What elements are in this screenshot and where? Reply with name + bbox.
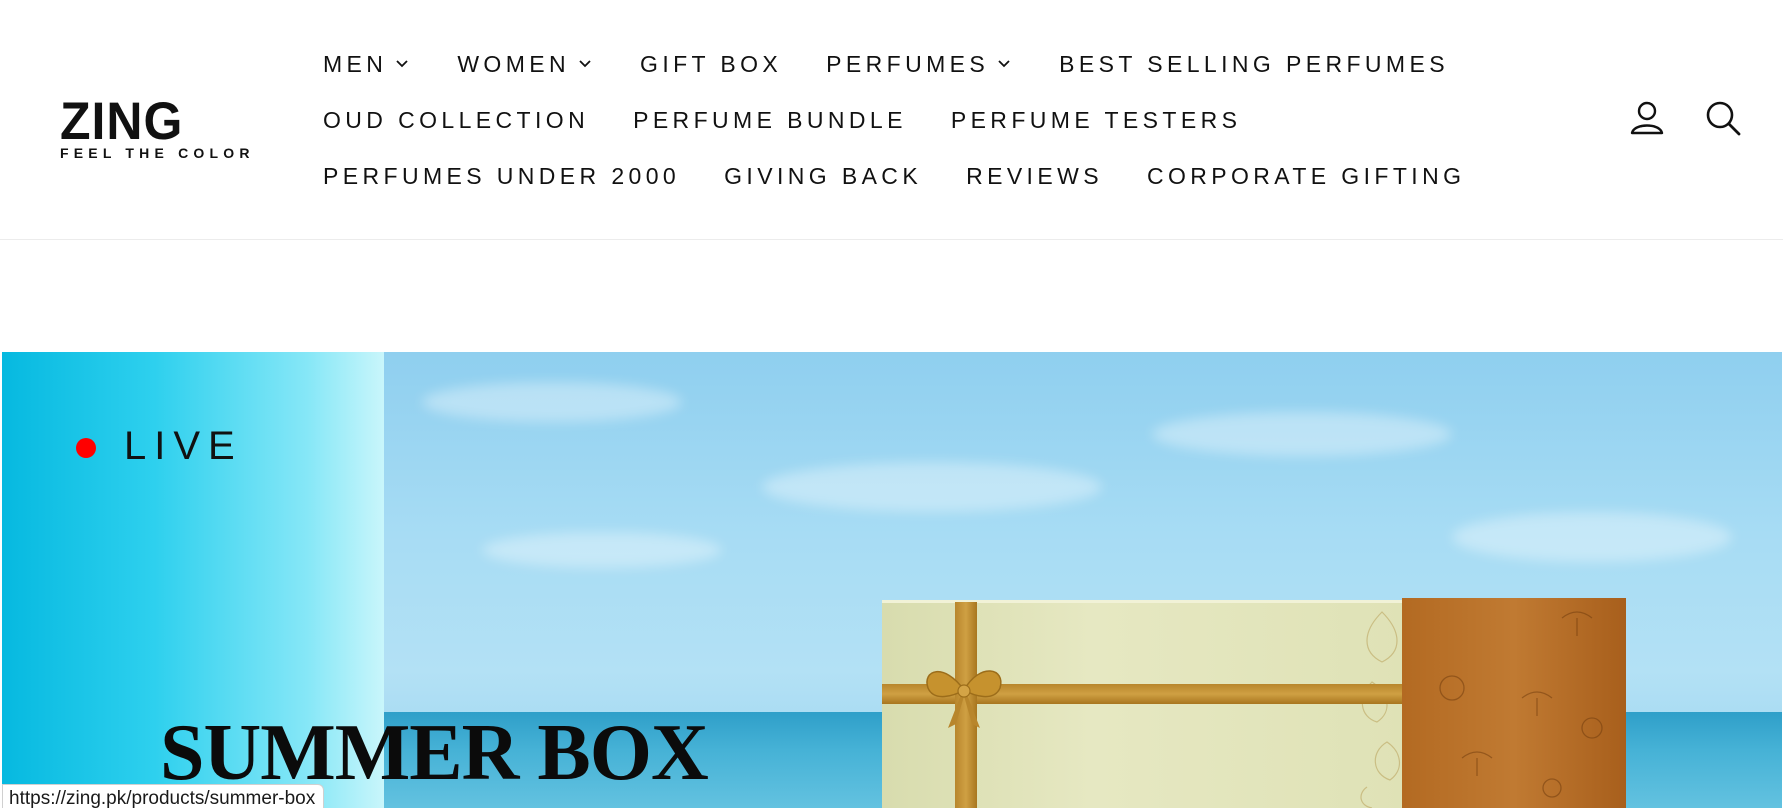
sky-cloud [422, 382, 682, 422]
nav-row: MEN WOMEN GIFT BOX PERFUMES BEST SELLING… [323, 36, 1523, 92]
brand-logo[interactable]: ZING FEEL THE COLOR [60, 91, 275, 164]
nav-item-label: PERFUMES [826, 50, 990, 77]
nav-item-label: CORPORATE GIFTING [1146, 162, 1466, 189]
nav-row: OUD COLLECTION PERFUME BUNDLE PERFUME TE… [323, 92, 1523, 148]
nav-item-label: MEN [323, 50, 388, 77]
brand-name: ZING [60, 91, 184, 151]
nav-item-label: REVIEWS [966, 162, 1103, 189]
nav-item-best-selling-perfumes[interactable]: BEST SELLING PERFUMES [1059, 51, 1449, 78]
nav-item-giving-back[interactable]: GIVING BACK [724, 163, 922, 190]
nav-item-women[interactable]: WOMEN [457, 51, 596, 78]
user-icon [1630, 101, 1664, 135]
chevron-down-icon [396, 60, 408, 68]
live-label: LIVE [124, 424, 243, 468]
nav-item-label: OUD COLLECTION [323, 106, 590, 133]
chevron-down-icon [579, 60, 591, 68]
search-button[interactable] [1703, 98, 1743, 138]
nav-item-gift-box[interactable]: GIFT BOX [640, 51, 782, 78]
ribbon-bow [926, 670, 1002, 728]
header-actions [1591, 98, 1743, 138]
nav-item-perfume-testers[interactable]: PERFUME TESTERS [951, 107, 1242, 134]
nav-item-label: GIFT BOX [640, 50, 783, 77]
nav-item-reviews[interactable]: REVIEWS [966, 163, 1103, 190]
main-navigation: MEN WOMEN GIFT BOX PERFUMES BEST SELLING… [323, 36, 1523, 204]
chevron-down-icon [998, 60, 1010, 68]
search-icon [1706, 101, 1741, 136]
nav-item-label: BEST SELLING PERFUMES [1059, 50, 1449, 77]
sky-cloud [762, 462, 1102, 512]
nav-item-perfumes[interactable]: PERFUMES [826, 51, 1015, 78]
nav-item-label: WOMEN [457, 50, 571, 77]
status-bar-url: https://zing.pk/products/summer-box [2, 784, 325, 809]
sky-cloud [482, 532, 722, 568]
account-button[interactable] [1627, 98, 1667, 138]
nav-item-label: GIVING BACK [724, 162, 923, 189]
nav-item-men[interactable]: MEN [323, 51, 413, 78]
site-header: ZING FEEL THE COLOR MEN WOMEN GIFT BOX P… [0, 0, 1783, 240]
nav-item-label: PERFUME BUNDLE [633, 106, 907, 133]
nav-item-perfumes-under-2000[interactable]: PERFUMES UNDER 2000 [323, 163, 680, 190]
nav-item-perfume-bundle[interactable]: PERFUME BUNDLE [633, 107, 907, 134]
nav-item-oud-collection[interactable]: OUD COLLECTION [323, 107, 589, 134]
live-indicator-dot [76, 438, 96, 458]
nav-row: PERFUMES UNDER 2000 GIVING BACK REVIEWS … [323, 148, 1523, 204]
nav-item-corporate-gifting[interactable]: CORPORATE GIFTING [1147, 163, 1465, 190]
sky-cloud [1452, 512, 1732, 562]
lid-pattern [1439, 611, 1603, 798]
nav-item-label: PERFUMES UNDER 2000 [323, 162, 681, 189]
sky-cloud [1152, 412, 1452, 456]
nav-item-label: PERFUME TESTERS [950, 106, 1242, 133]
hero-banner[interactable]: LIVE SUMMER BOX [2, 352, 1782, 808]
